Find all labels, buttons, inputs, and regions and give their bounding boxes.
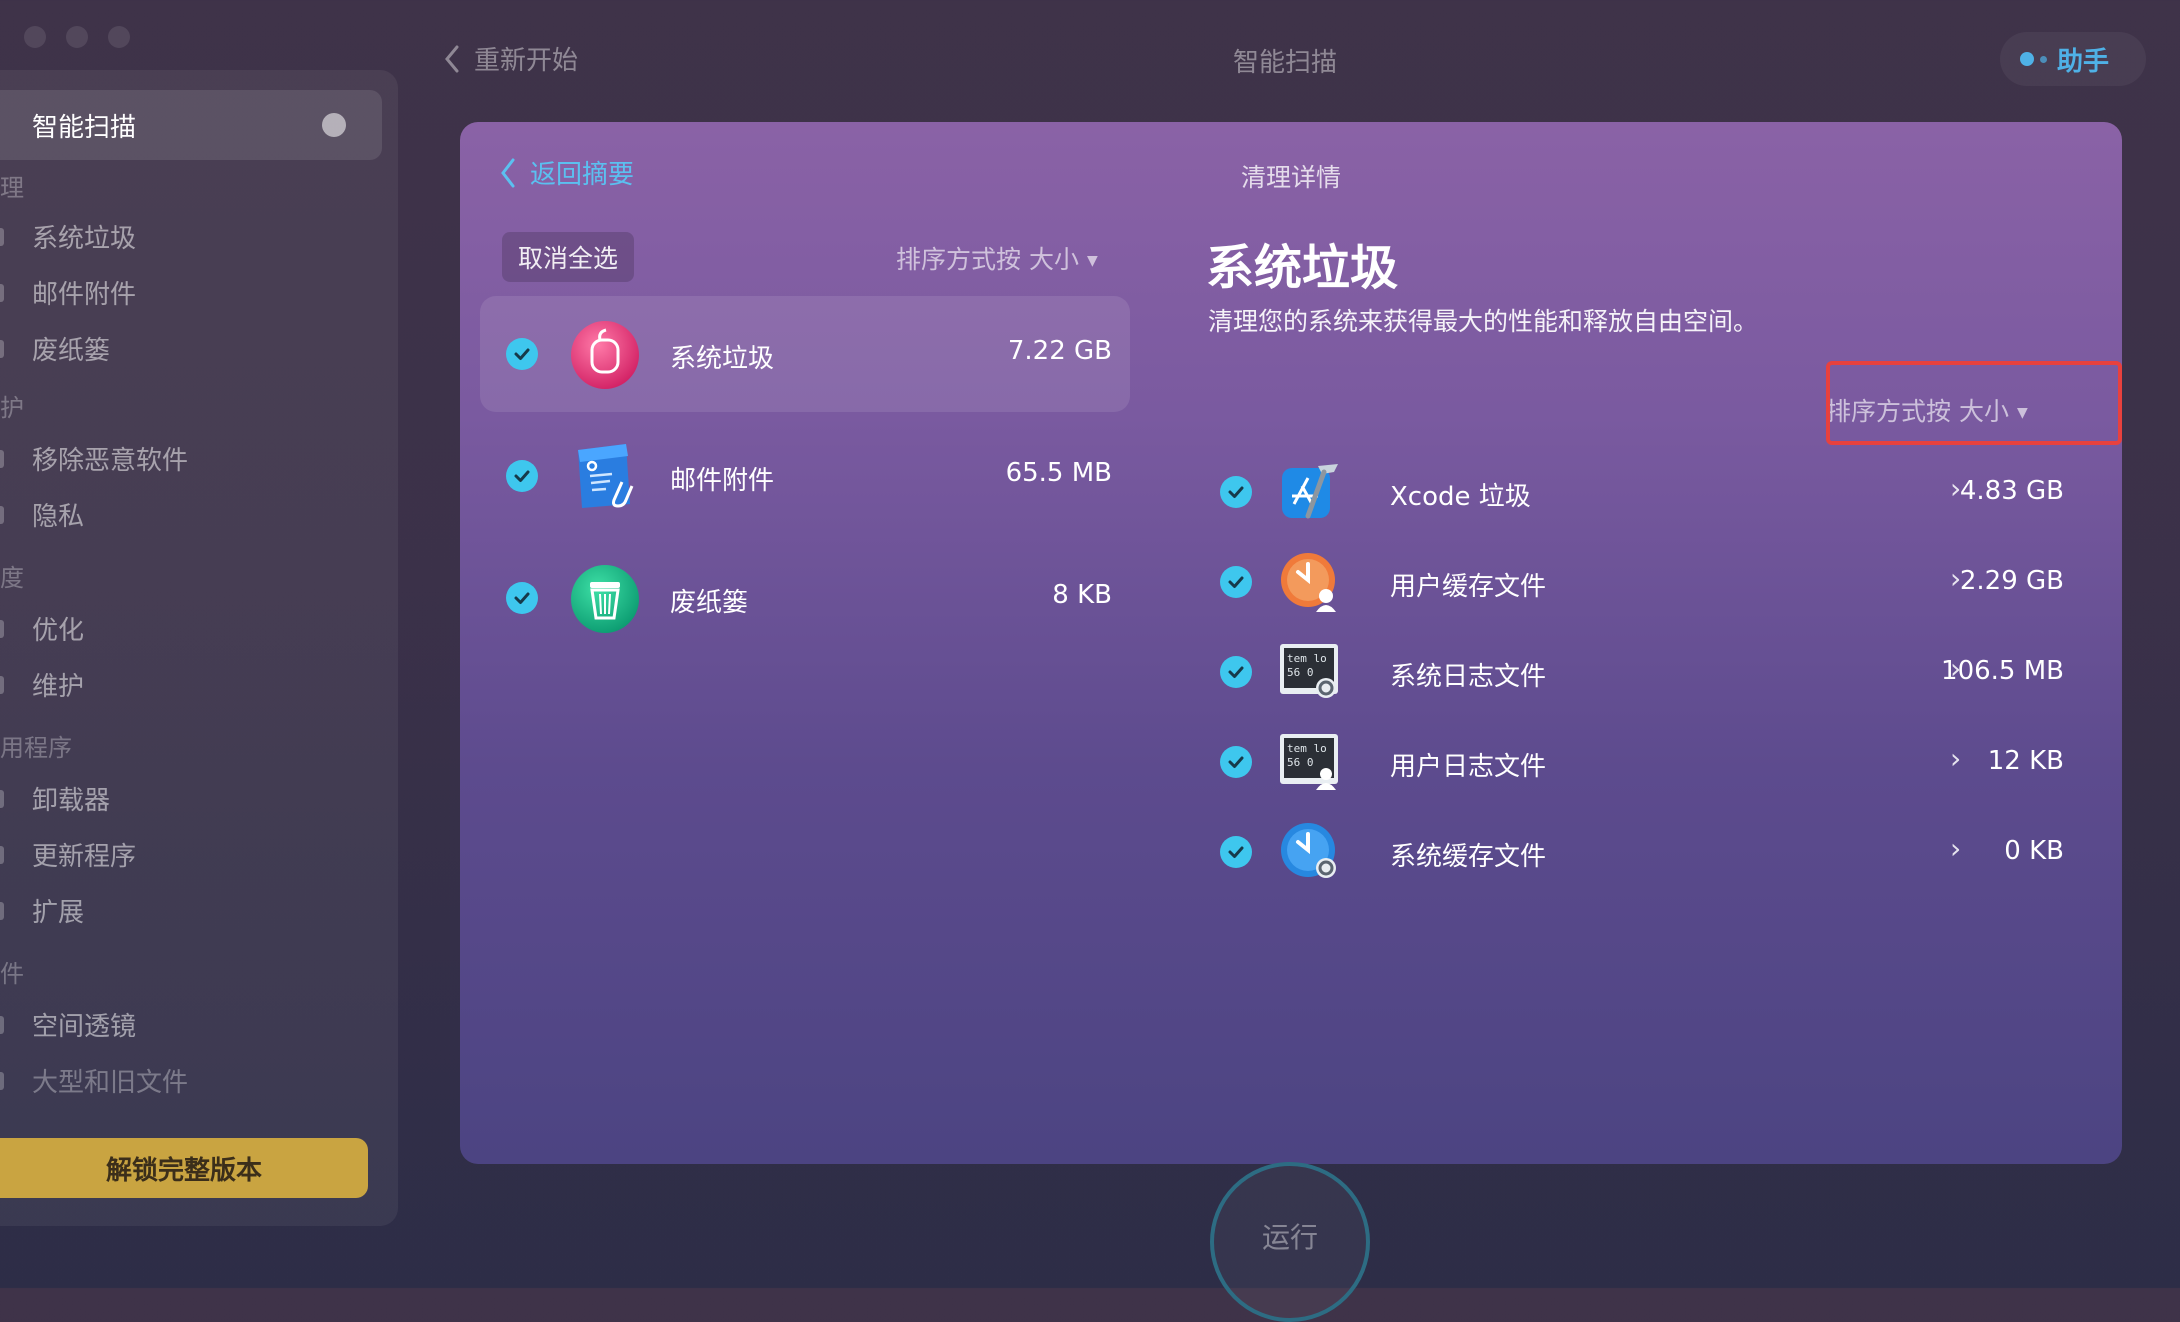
sidebar-item-icon [0, 228, 4, 246]
panel-title: 清理详情 [1240, 163, 1341, 192]
sidebar-item-icon [0, 676, 4, 694]
sidebar-item-icon [0, 340, 4, 358]
sidebar-item-privacy[interactable]: 隐私 [32, 496, 84, 533]
log-icon-text: tem lo [1287, 652, 1327, 665]
checkbox-checked[interactable] [1220, 746, 1252, 778]
sidebar-item-icon [0, 1072, 4, 1090]
active-indicator [322, 113, 346, 137]
unlock-full-version-button[interactable]: 解锁完整版本 [0, 1138, 368, 1198]
sidebar-item-icon [0, 506, 4, 524]
sidebar-item-space-lens[interactable]: 空间透镜 [32, 1006, 136, 1043]
run-button[interactable]: 运行 [1210, 1162, 1370, 1322]
sidebar-item-mail-attachments[interactable]: 邮件附件 [32, 274, 136, 311]
run-label: 运行 [1261, 1221, 1318, 1254]
user-log-icon: tem lo 56 0 [1280, 734, 1338, 790]
detail-item-name: 系统缓存文件 [1390, 842, 1547, 872]
detail-row-xcode-junk[interactable]: Xcode 垃圾 › 4.83 GB [1220, 452, 2100, 532]
sort-label: 排序方式按 大小 [896, 245, 1079, 274]
detail-row-user-cache[interactable]: 用户缓存文件 › 2.29 GB [1220, 542, 2100, 622]
detail-item-size: 4.83 GB [1959, 476, 2064, 506]
sort-highlight-annotation [1826, 361, 2122, 445]
sidebar-section-header: 护 [0, 394, 24, 422]
xcode-icon [1282, 464, 1338, 519]
sidebar-item-extensions[interactable]: 扩展 [32, 892, 84, 929]
sidebar-item-maintenance[interactable]: 维护 [32, 666, 84, 703]
sidebar: 智能扫描 理 系统垃圾 邮件附件 废纸篓 护 移除恶意软件 隐私 度 优化 维护… [0, 70, 398, 1226]
sidebar-item-icon [0, 620, 4, 638]
detail-row-user-logs[interactable]: tem lo 56 0 用户日志文件 › 12 KB [1220, 722, 2100, 802]
detail-title: 系统垃圾 [1206, 240, 1399, 296]
system-junk-icon [571, 321, 639, 389]
checkbox-checked[interactable] [506, 460, 538, 492]
category-row-system-junk[interactable]: 系统垃圾 7.22 GB [480, 296, 1130, 412]
log-icon-text: 56 0 [1287, 666, 1314, 679]
sidebar-section-header: 用程序 [0, 734, 72, 762]
category-size: 8 KB [1052, 580, 1112, 610]
detail-item-size: 0 KB [2004, 836, 2064, 866]
category-row-mail-attachments[interactable]: 邮件附件 65.5 MB [480, 418, 1130, 534]
system-cache-icon [1281, 823, 1336, 878]
sidebar-item-trash[interactable]: 废纸篓 [32, 330, 110, 367]
category-name: 邮件附件 [670, 466, 775, 496]
sidebar-item-icon [0, 450, 4, 468]
sidebar-item-label: 智能扫描 [32, 112, 137, 143]
detail-item-name: 用户缓存文件 [1390, 572, 1547, 602]
sidebar-item-icon [0, 790, 4, 808]
checkbox-checked[interactable] [1220, 836, 1252, 868]
cleanup-details-panel: 返回摘要 清理详情 取消全选 排序方式按 大小 ▼ 系统垃圾 7.22 GB 邮件… [460, 122, 2122, 1164]
mail-attachments-icon [578, 444, 634, 508]
sidebar-item-updater[interactable]: 更新程序 [32, 836, 136, 873]
sidebar-item-icon [0, 902, 4, 920]
detail-row-system-cache[interactable]: 系统缓存文件 › 0 KB [1220, 812, 2100, 892]
sidebar-section-header: 理 [0, 174, 24, 202]
assistant-button[interactable]: 助手 [2000, 32, 2146, 86]
sidebar-item-system-junk[interactable]: 系统垃圾 [32, 218, 136, 255]
sidebar-item-large-old-files[interactable]: 大型和旧文件 [32, 1062, 188, 1099]
checkbox-checked[interactable] [1220, 476, 1252, 508]
checkbox-checked[interactable] [506, 582, 538, 614]
sidebar-item-smart-scan[interactable]: 智能扫描 [0, 90, 382, 160]
sidebar-item-icon [0, 846, 4, 864]
deselect-all-button[interactable]: 取消全选 [502, 232, 635, 282]
chevron-right-icon[interactable]: › [1950, 742, 1961, 775]
category-name: 废纸篓 [670, 588, 749, 618]
sidebar-section-header: 度 [0, 564, 24, 592]
chevron-right-icon[interactable]: › [1950, 832, 1961, 865]
detail-item-name: 用户日志文件 [1390, 752, 1547, 782]
user-cache-icon [1281, 553, 1336, 612]
category-size: 7.22 GB [1007, 336, 1112, 366]
sidebar-section-header: 件 [0, 960, 24, 988]
sidebar-item-malware-removal[interactable]: 移除恶意软件 [32, 440, 188, 477]
sort-dropdown[interactable]: 排序方式按 大小 ▼ [896, 240, 1098, 276]
sidebar-item-uninstaller[interactable]: 卸载器 [32, 780, 110, 817]
detail-item-name: Xcode 垃圾 [1390, 482, 1531, 512]
detail-item-name: 系统日志文件 [1390, 662, 1547, 692]
system-log-icon: tem lo 56 0 [1280, 644, 1338, 698]
category-row-trash[interactable]: 废纸篓 8 KB [480, 540, 1130, 656]
assistant-label: 助手 [2057, 46, 2110, 77]
detail-item-size: 12 KB [1987, 746, 2064, 776]
checkbox-checked[interactable] [506, 338, 538, 370]
sidebar-item-optimization[interactable]: 优化 [32, 610, 84, 647]
detail-item-size: 106.5 MB [1941, 656, 2064, 686]
log-icon-text: tem lo [1287, 742, 1327, 755]
detail-item-size: 2.29 GB [1959, 566, 2064, 596]
detail-subtitle: 清理您的系统来获得最大的性能和释放自由空间。 [1208, 307, 1759, 336]
checkbox-checked[interactable] [1220, 566, 1252, 598]
trash-icon [571, 565, 639, 633]
sidebar-item-icon [0, 284, 4, 302]
caret-down-icon: ▼ [1086, 253, 1098, 269]
category-size: 65.5 MB [1005, 458, 1112, 488]
log-icon-text: 56 0 [1287, 756, 1314, 769]
category-name: 系统垃圾 [670, 344, 775, 374]
sidebar-item-icon [0, 1016, 4, 1034]
assistant-icon [2020, 52, 2047, 66]
checkbox-checked[interactable] [1220, 656, 1252, 688]
detail-row-system-logs[interactable]: tem lo 56 0 系统日志文件 › 106.5 MB [1220, 632, 2100, 712]
